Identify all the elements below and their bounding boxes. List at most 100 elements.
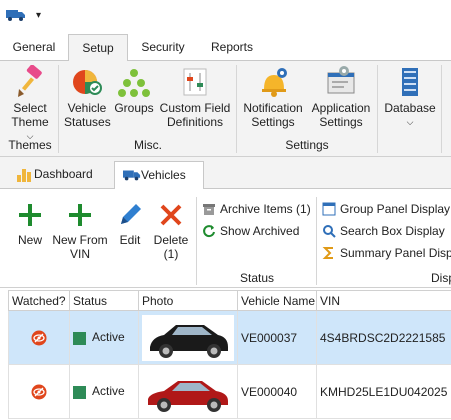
vehicle-statuses-button[interactable]: Vehicle Statuses <box>64 65 111 129</box>
search-icon <box>323 225 336 238</box>
select-theme-label: Select Theme <box>11 101 49 129</box>
divider <box>58 65 59 153</box>
dashboard-chart-icon <box>17 169 31 182</box>
vehicle-photo <box>142 368 234 415</box>
status-text: Active <box>92 330 125 345</box>
tab-dashboard-label: Dashboard <box>34 167 93 181</box>
archive-items-button[interactable]: Archive Items (1) <box>202 201 311 217</box>
new-label: New <box>17 233 42 247</box>
divider <box>196 197 197 285</box>
new-button[interactable]: New <box>12 201 48 247</box>
column-header-watched[interactable]: Watched? <box>8 290 70 311</box>
grid-header-row: Watched? Status Photo Vehicle Name VIN <box>8 290 451 311</box>
custom-field-definitions-button[interactable]: Custom Field Definitions <box>158 65 232 129</box>
sigma-icon <box>322 247 333 259</box>
unwatched-eye-icon[interactable] <box>31 384 47 400</box>
plus-icon <box>69 204 91 226</box>
customize-dropdown-icon[interactable]: ▾ <box>36 10 41 21</box>
status-cell: Active <box>69 310 139 365</box>
divider <box>441 65 442 153</box>
group-panel-display-button[interactable]: Group Panel Display <box>322 201 450 217</box>
hierarchy-icon <box>118 69 150 97</box>
tab-general[interactable]: General <box>4 34 64 61</box>
pie-chart-icon <box>73 70 102 95</box>
tab-vehicles[interactable]: Vehicles <box>114 161 204 190</box>
truck-icon <box>123 170 141 181</box>
photo-cell <box>138 364 238 419</box>
edit-button[interactable]: Edit <box>114 201 146 247</box>
search-box-display-label: Search Box Display <box>340 224 445 238</box>
group-panel-icon <box>322 202 336 216</box>
vin-cell: 4S4BRDSC2D2221585 <box>316 310 451 365</box>
column-header-vehicle-name[interactable]: Vehicle Name <box>237 290 317 311</box>
group-label-settings: Settings <box>285 138 329 152</box>
application-settings-label: Application Settings <box>311 101 371 129</box>
archive-items-label: Archive Items (1) <box>220 202 311 216</box>
plus-icon <box>19 204 41 226</box>
search-box-display-button[interactable]: Search Box Display <box>322 223 445 239</box>
new-from-vin-label: New From VIN <box>52 233 108 261</box>
tab-security[interactable]: Security <box>132 34 194 61</box>
notification-settings-button[interactable]: Notification Settings <box>240 65 306 129</box>
notification-settings-label: Notification Settings <box>243 101 303 129</box>
quick-access-toolbar: ▾ <box>0 0 451 34</box>
tab-reports[interactable]: Reports <box>200 34 264 61</box>
divider <box>316 197 317 285</box>
document-tab-bar: Dashboard Vehicles <box>0 157 451 190</box>
delete-x-icon <box>160 204 182 226</box>
database-label: Database <box>384 101 436 115</box>
truck-icon[interactable] <box>6 8 26 25</box>
show-archived-button[interactable]: Show Archived <box>202 223 299 239</box>
application-settings-button[interactable]: Application Settings <box>308 65 374 129</box>
status-cell: Active <box>69 364 139 419</box>
groups-label: Groups <box>114 101 154 115</box>
ribbon: Select Theme ⌵ Vehicle Statuses Groups C… <box>0 61 451 157</box>
summary-panel-display-button[interactable]: Summary Panel Display <box>322 245 451 261</box>
vehicle-photo <box>142 314 234 361</box>
column-header-photo[interactable]: Photo <box>138 290 238 311</box>
group-label-display: Display <box>431 271 451 285</box>
bell-gear-icon <box>262 68 287 97</box>
chevron-down-icon: ⌵ <box>406 117 414 127</box>
groups-button[interactable]: Groups <box>112 65 156 115</box>
tab-vehicles-label: Vehicles <box>141 168 186 182</box>
table-row[interactable]: Active VE000037 4S4BRDSC2D2221585 <box>8 310 451 365</box>
custom-field-definitions-label: Custom Field Definitions <box>159 101 231 129</box>
vehicle-statuses-label: Vehicle Statuses <box>64 101 111 129</box>
summary-panel-display-label: Summary Panel Display <box>340 246 451 260</box>
vehicles-grid: Watched? Status Photo Vehicle Name VIN A… <box>8 290 451 420</box>
show-archived-label: Show Archived <box>220 224 300 238</box>
column-header-vin[interactable]: VIN <box>316 290 451 311</box>
group-panel-display-label: Group Panel Display <box>340 202 451 216</box>
tab-dashboard[interactable]: Dashboard <box>8 161 108 189</box>
archive-box-icon <box>203 204 215 215</box>
delete-button[interactable]: Delete (1) <box>150 201 192 261</box>
divider <box>236 65 237 153</box>
delete-label: Delete (1) <box>153 233 189 261</box>
photo-cell <box>138 310 238 365</box>
unwatched-eye-icon[interactable] <box>31 330 47 346</box>
pencil-icon <box>121 204 141 224</box>
column-header-status[interactable]: Status <box>69 290 139 311</box>
divider <box>377 65 378 153</box>
watched-cell[interactable] <box>8 364 70 419</box>
status-text: Active <box>92 384 125 399</box>
database-icon <box>402 68 418 96</box>
ribbon-tab-bar: General Setup Security Reports <box>0 34 451 62</box>
database-button[interactable]: Database ⌵ <box>381 65 439 129</box>
group-label-themes: Themes <box>8 138 52 152</box>
refresh-icon <box>203 225 215 238</box>
sliders-icon <box>183 68 207 96</box>
status-active-swatch <box>73 331 86 345</box>
watched-cell[interactable] <box>8 310 70 365</box>
app-settings-icon <box>327 66 355 94</box>
status-active-swatch <box>73 385 86 399</box>
new-from-vin-button[interactable]: New From VIN <box>50 201 110 261</box>
group-label-misc: Misc. <box>134 138 162 152</box>
tab-setup[interactable]: Setup <box>68 34 128 62</box>
select-theme-button[interactable]: Select Theme ⌵ <box>4 65 56 143</box>
paintbrush-icon <box>18 65 42 97</box>
table-row[interactable]: Active VE000040 KMHD25LE1DU042025 <box>8 364 451 419</box>
vin-cell: KMHD25LE1DU042025 <box>316 364 451 419</box>
edit-label: Edit <box>119 233 141 247</box>
